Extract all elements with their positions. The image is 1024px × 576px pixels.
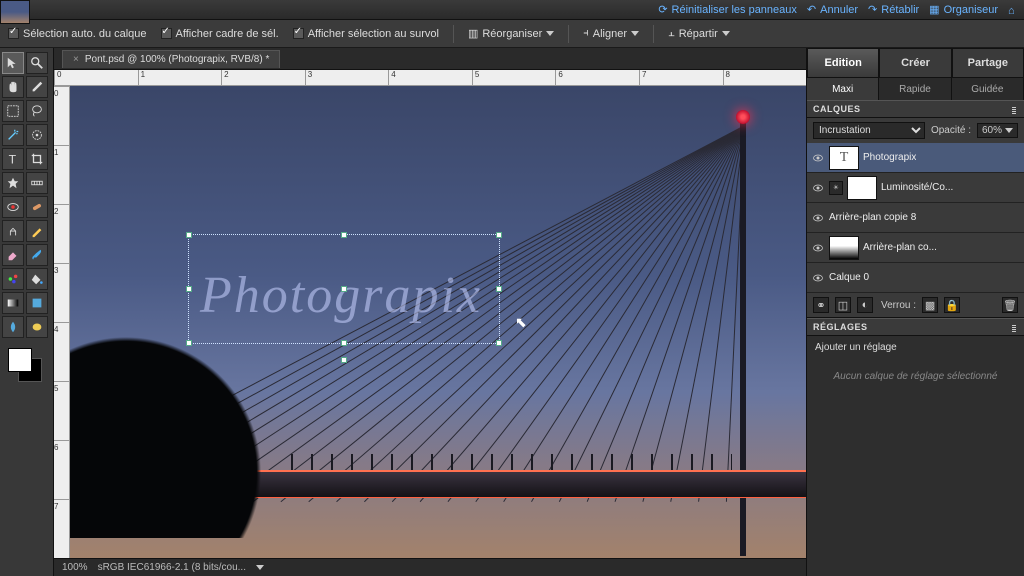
layer-name: Arrière-plan copie 8 [829, 212, 916, 223]
cookie-cutter-tool[interactable] [2, 172, 24, 194]
visibility-toggle-icon[interactable] [811, 181, 825, 195]
add-adjustment-label[interactable]: Ajouter un réglage [807, 336, 1024, 359]
layer-name: Photograpix [863, 152, 916, 163]
show-hover-checkbox[interactable]: Afficher sélection au survol [293, 28, 439, 40]
crop-tool[interactable] [26, 148, 48, 170]
gradient-tool[interactable] [2, 292, 24, 314]
type-tool[interactable]: T [2, 148, 24, 170]
brush-tool[interactable] [26, 244, 48, 266]
document-tabs: × Pont.psd @ 100% (Photograpix, RVB/8) * [54, 48, 806, 70]
align-dropdown[interactable]: ⫞Aligner [583, 27, 639, 40]
link-layers-icon[interactable]: ⚭ [813, 297, 829, 313]
layer-row[interactable]: Arrière-plan copie 8 [807, 203, 1024, 233]
marquee-tool[interactable] [2, 100, 24, 122]
blend-mode-select[interactable]: Incrustation [813, 122, 925, 139]
document-tab[interactable]: × Pont.psd @ 100% (Photograpix, RVB/8) * [62, 50, 280, 68]
eraser-tool[interactable] [2, 244, 24, 266]
undo-link[interactable]: ↶Annuler [807, 3, 858, 16]
shape-tool[interactable] [26, 292, 48, 314]
auto-select-checkbox[interactable]: Sélection auto. du calque [8, 28, 147, 40]
paint-bucket-tool[interactable] [26, 268, 48, 290]
reset-panels-link[interactable]: ⟳Réinitialiser les panneaux [658, 3, 797, 16]
delete-layer-icon[interactable]: 🗑 [1002, 297, 1018, 313]
redo-link[interactable]: ↷Rétablir [868, 3, 919, 16]
move-tool[interactable] [2, 52, 24, 74]
blur-tool[interactable] [2, 316, 24, 338]
layers-footer: ⚭ ◫ ◐ Verrou : ▩ 🔒 🗑 [807, 293, 1024, 318]
layer-name: Calque 0 [829, 272, 869, 283]
layer-name: Luminosité/Co... [881, 182, 953, 193]
quick-select-tool[interactable] [26, 124, 48, 146]
lasso-tool[interactable] [26, 100, 48, 122]
eyedropper-tool[interactable] [26, 76, 48, 98]
pencil-tool[interactable] [26, 220, 48, 242]
subtab-guided[interactable]: Guidée [952, 78, 1024, 100]
adjustments-panel-header[interactable]: RÉGLAGES [807, 318, 1024, 336]
hand-tool[interactable] [2, 76, 24, 98]
lock-pixels-icon[interactable]: ▩ [922, 297, 938, 313]
foreground-color-swatch[interactable] [8, 348, 32, 372]
transform-selection-box[interactable] [188, 234, 500, 344]
status-bar: 100% sRGB IEC61966-2.1 (8 bits/cou... [54, 558, 806, 576]
no-adjustment-message: Aucun calque de réglage sélectionné [807, 359, 1024, 576]
tab-edition[interactable]: Edition [807, 48, 879, 78]
organizer-link[interactable]: ▦Organiseur [929, 3, 998, 16]
document-area: × Pont.psd @ 100% (Photograpix, RVB/8) *… [54, 48, 806, 576]
layer-name: Arrière-plan co... [863, 242, 937, 253]
visibility-toggle-icon[interactable] [811, 151, 825, 165]
healing-tool[interactable] [26, 196, 48, 218]
layers-panel-header[interactable]: CALQUES [807, 100, 1024, 118]
color-profile: sRGB IEC61966-2.1 (8 bits/cou... [98, 562, 246, 573]
redeye-tool[interactable] [2, 196, 24, 218]
show-frame-checkbox[interactable]: Afficher cadre de sél. [161, 28, 279, 40]
straighten-tool[interactable] [26, 172, 48, 194]
distribute-dropdown[interactable]: ⫠Répartir [668, 27, 730, 40]
layer-row[interactable]: TPhotograpix [807, 143, 1024, 173]
right-panel: Edition Créer Partage Maxi Rapide Guidée… [806, 48, 1024, 576]
reorganize-dropdown[interactable]: ▥Réorganiser [468, 27, 554, 40]
zoom-tool[interactable] [26, 52, 48, 74]
lock-all-icon[interactable]: 🔒 [944, 297, 960, 313]
smart-brush-tool[interactable] [2, 268, 24, 290]
color-swatches[interactable] [2, 348, 48, 388]
visibility-toggle-icon[interactable] [811, 271, 825, 285]
layer-row[interactable]: ✴Luminosité/Co... [807, 173, 1024, 203]
clone-tool[interactable] [2, 220, 24, 242]
tool-options-bar: Sélection auto. du calque Afficher cadre… [0, 20, 1024, 48]
layer-row[interactable]: Arrière-plan co... [807, 233, 1024, 263]
adjustment-layer-icon[interactable]: ◐ [857, 297, 873, 313]
home-icon[interactable]: ⌂ [1008, 5, 1018, 15]
svg-text:T: T [9, 152, 17, 166]
tab-create[interactable]: Créer [879, 48, 951, 78]
horizontal-ruler: 012345678 [54, 70, 806, 86]
vertical-ruler: 01234567 [54, 86, 70, 558]
magic-wand-tool[interactable] [2, 124, 24, 146]
canvas[interactable]: Photograpix ⬉ [70, 86, 806, 558]
opacity-value[interactable]: 60% [977, 123, 1018, 138]
visibility-toggle-icon[interactable] [811, 241, 825, 255]
subtab-maxi[interactable]: Maxi [807, 78, 879, 100]
visibility-toggle-icon[interactable] [811, 211, 825, 225]
sponge-tool[interactable] [26, 316, 48, 338]
subtab-rapid[interactable]: Rapide [879, 78, 951, 100]
tab-share[interactable]: Partage [952, 48, 1024, 78]
layer-row[interactable]: Calque 0 [807, 263, 1024, 293]
app-top-bar: ▤ ⟳Réinitialiser les panneaux ↶Annuler ↷… [0, 0, 1024, 20]
new-layer-icon[interactable]: ◫ [835, 297, 851, 313]
zoom-level[interactable]: 100% [62, 562, 88, 573]
opacity-label: Opacité : [931, 125, 971, 136]
toolbox: T [0, 48, 54, 576]
